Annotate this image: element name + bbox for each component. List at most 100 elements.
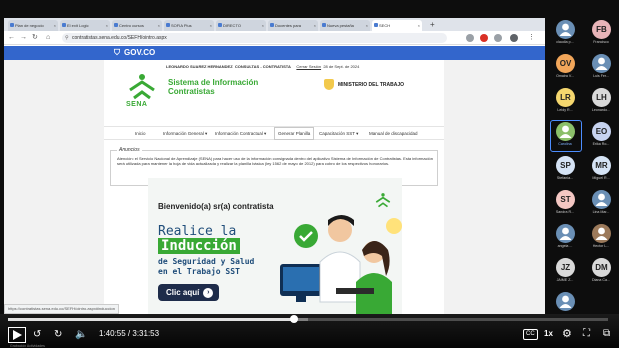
forward-icon[interactable]: → bbox=[20, 33, 27, 43]
tab-favicon-icon bbox=[10, 23, 14, 27]
rewind-10-icon[interactable]: ↺ bbox=[33, 328, 41, 342]
forward-10-icon[interactable]: ↻ bbox=[54, 328, 62, 342]
participant-tile[interactable]: DM Diana Ca... bbox=[586, 258, 616, 286]
gov-co-bar: ⛉ GOV.CO bbox=[4, 46, 545, 60]
browser-menu-icon[interactable]: ⋮ bbox=[528, 33, 535, 43]
volume-icon[interactable]: 🔈 bbox=[75, 328, 87, 342]
sst-induction-banner[interactable]: Bienvenido(a) sr(a) contratista Realice … bbox=[148, 178, 402, 314]
menu-item[interactable]: Inicio bbox=[132, 127, 149, 140]
play-button[interactable] bbox=[8, 327, 26, 343]
duration: 3:31:53 bbox=[132, 329, 160, 338]
menu-item[interactable]: Capacitación SST ▾ bbox=[316, 127, 361, 140]
browser-tab[interactable]: SOFIA Plus × bbox=[164, 20, 214, 31]
tab-favicon-icon bbox=[270, 23, 274, 27]
extension-icon[interactable] bbox=[466, 34, 474, 42]
record-icon[interactable] bbox=[480, 34, 488, 42]
playback-speed-button[interactable]: 1x bbox=[544, 329, 553, 338]
browser-tab[interactable]: Plan de negocio × bbox=[8, 20, 58, 31]
participant-tile[interactable]: JZ JAIME Z... bbox=[550, 258, 580, 286]
tab-label: DIRECTO bbox=[223, 23, 241, 28]
click-here-button[interactable]: Clic aquí › bbox=[158, 284, 220, 301]
participant-tile[interactable]: FB Francisco bbox=[586, 20, 616, 48]
user-silhouette-icon bbox=[559, 125, 572, 138]
participant-name: Erika Ro... bbox=[592, 142, 610, 146]
banner-line-4: en el Trabajo SST bbox=[158, 267, 240, 276]
current-time: 1:40:55 bbox=[99, 329, 126, 338]
participant-tile[interactable]: ST Sandra R... bbox=[550, 190, 580, 218]
web-page: LEONARDO SUAREZ HERNANDEZ CONSULTAS - CO… bbox=[4, 60, 545, 314]
user-info: LEONARDO SUAREZ HERNANDEZ CONSULTAS - CO… bbox=[166, 64, 359, 69]
tab-favicon-icon bbox=[62, 23, 66, 27]
tab-label: Docentes para bbox=[275, 23, 302, 28]
announcement-text: Atención: el Servicio Nacional de Aprend… bbox=[117, 156, 433, 166]
participant-tile[interactable]: claudia p... bbox=[550, 20, 580, 48]
seek-bar[interactable] bbox=[8, 315, 608, 323]
participant-avatar bbox=[592, 190, 611, 209]
user-silhouette-icon bbox=[559, 227, 572, 240]
browser-tab[interactable]: El exit Logic × bbox=[60, 20, 110, 31]
menu-item[interactable]: Manual de discapacidad bbox=[366, 127, 421, 140]
profile-icon[interactable] bbox=[510, 34, 518, 42]
close-tab-icon[interactable]: × bbox=[54, 20, 56, 31]
participant-name: Miguel R... bbox=[592, 176, 610, 180]
user-name: LEONARDO SUAREZ HERNANDEZ bbox=[166, 64, 233, 69]
participant-tile[interactable]: LR Leidy R... bbox=[550, 88, 580, 116]
banner-line-3: de Seguridad y Salud bbox=[158, 257, 255, 266]
session-date: 28 de Sept. de 2024 bbox=[323, 64, 360, 69]
new-tab-button[interactable]: + bbox=[430, 19, 435, 31]
participant-avatar bbox=[556, 292, 575, 311]
participant-avatar: EO bbox=[592, 122, 611, 141]
close-tab-icon[interactable]: × bbox=[314, 20, 316, 31]
browser-tab-strip: SECH × Nueva pestaña × Docentes para × DIRECTO… bbox=[4, 18, 545, 31]
home-icon[interactable]: ⌂ bbox=[46, 33, 50, 43]
participant-tile[interactable]: Luis Fer... bbox=[586, 54, 616, 82]
participant-tile[interactable]: OV Omaira V... bbox=[550, 54, 580, 82]
participant-avatar bbox=[592, 224, 611, 243]
url-field[interactable]: ⚲ contratistas.sena.edu.co/SEFH/ointro.a… bbox=[62, 33, 447, 43]
browser-tab[interactable]: Nueva pestaña × bbox=[320, 20, 370, 31]
close-tab-icon[interactable]: × bbox=[418, 20, 420, 31]
menu-item[interactable]: Información General ▾ bbox=[160, 127, 210, 140]
gov-co-label: GOV.CO bbox=[124, 48, 156, 57]
fullscreen-icon[interactable]: ⛶ bbox=[583, 327, 590, 341]
logout-link[interactable]: Cerrar Sesión bbox=[296, 64, 321, 69]
extension-icon[interactable] bbox=[494, 34, 502, 42]
back-icon[interactable]: ← bbox=[8, 33, 15, 43]
participant-tile[interactable]: LH Leonardo... bbox=[586, 88, 616, 116]
participant-tile[interactable]: angela ... bbox=[550, 224, 580, 252]
tab-label: Plan de negocio bbox=[15, 23, 44, 28]
reload-icon[interactable]: ↻ bbox=[32, 33, 38, 43]
participant-tile[interactable]: Carolina bbox=[550, 120, 582, 152]
browser-tab[interactable]: DIRECTO × bbox=[216, 20, 266, 31]
tab-favicon-icon bbox=[114, 23, 118, 27]
participant-tile[interactable]: Lina Mar... bbox=[586, 190, 616, 218]
participant-tile[interactable]: Hector L... bbox=[586, 224, 616, 252]
participant-avatar: DM bbox=[592, 258, 611, 277]
close-tab-icon[interactable]: × bbox=[158, 20, 160, 31]
browser-tab[interactable]: SECH × bbox=[372, 20, 422, 31]
participant-tile[interactable]: EO Erika Ro... bbox=[586, 122, 616, 150]
close-tab-icon[interactable]: × bbox=[366, 20, 368, 31]
user-silhouette-icon bbox=[595, 227, 608, 240]
browser-tab[interactable]: Docentes para × bbox=[268, 20, 318, 31]
participant-avatar: JZ bbox=[556, 258, 575, 277]
browser-tab[interactable]: Centro cursos × bbox=[112, 20, 162, 31]
participant-avatar: ST bbox=[556, 190, 575, 209]
seek-handle[interactable] bbox=[290, 315, 299, 323]
popout-icon[interactable]: ⧉ bbox=[603, 327, 610, 341]
settings-icon[interactable]: ⚙ bbox=[562, 327, 572, 341]
participant-tile[interactable]: MR Miguel R... bbox=[586, 156, 616, 184]
page-container: LEONARDO SUAREZ HERNANDEZ CONSULTAS - CO… bbox=[104, 60, 444, 314]
menu-item[interactable]: Información Contractual ▾ bbox=[212, 127, 269, 140]
recording-label: Grabación Actividades bbox=[10, 344, 45, 348]
close-tab-icon[interactable]: × bbox=[210, 20, 212, 31]
menu-item[interactable]: Generar Planilla bbox=[274, 127, 315, 140]
tab-label: El exit Logic bbox=[67, 23, 89, 28]
participant-avatar: LH bbox=[592, 88, 611, 107]
close-tab-icon[interactable]: × bbox=[262, 20, 264, 31]
user-silhouette-icon bbox=[559, 295, 572, 308]
click-here-label: Clic aquí bbox=[166, 288, 200, 297]
close-tab-icon[interactable]: × bbox=[106, 20, 108, 31]
participant-tile[interactable]: SP Stefania... bbox=[550, 156, 580, 184]
captions-button[interactable]: CC bbox=[523, 329, 538, 340]
